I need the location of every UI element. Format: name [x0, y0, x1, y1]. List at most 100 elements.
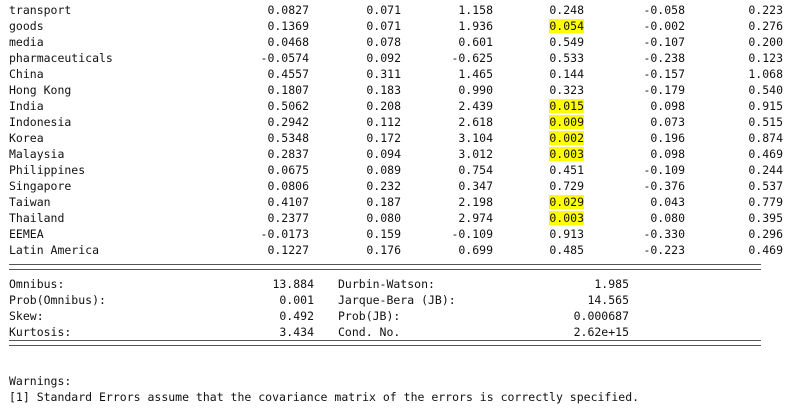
z-value: 2.198	[458, 195, 493, 209]
coef-value: 0.4557	[267, 67, 309, 81]
z-value: -0.109	[451, 227, 493, 241]
z-value: 3.104	[458, 131, 493, 145]
coef-name: pharmaceuticals	[9, 51, 113, 65]
z-value: 0.601	[458, 35, 493, 49]
diag-value: 13.884	[272, 277, 314, 291]
ci-low-value: -0.238	[643, 51, 685, 65]
warning-line: [1] Standard Errors assume that the cova…	[9, 390, 640, 404]
std-err-value: 0.187	[366, 195, 401, 209]
coef-name: Latin America	[9, 243, 100, 257]
coefficient-table-body: transport 0.0827 0.071 1.158 0.248 -0.058 0.22…	[0, 2, 783, 258]
ci-low-value: 0.098	[650, 147, 685, 161]
z-value: -0.625	[451, 51, 493, 65]
coef-name: China	[9, 67, 44, 81]
diag-label: Durbin-Watson:	[338, 277, 435, 291]
diag-value: 3.434	[279, 325, 314, 339]
ci-low-value: 0.098	[650, 99, 685, 113]
diag-value: 2.62e+15	[573, 325, 629, 339]
std-err-value: 0.078	[366, 35, 401, 49]
ci-high-value: 0.779	[748, 195, 783, 209]
coef-name: Taiwan	[9, 195, 51, 209]
table-row: transport 0.0827 0.071 1.158 0.248 -0.058 0.22…	[0, 2, 783, 18]
z-value: 2.439	[458, 99, 493, 113]
regression-output: transport 0.0827 0.071 1.158 0.248 -0.058 0.22…	[0, 0, 801, 413]
ci-low-value: -0.107	[643, 35, 685, 49]
std-err-value: 0.159	[366, 227, 401, 241]
coef-name: Philippines	[9, 163, 86, 177]
p-value-highlight: 0.029	[549, 195, 584, 209]
diag-value: 0.001	[279, 293, 314, 307]
z-value: 0.754	[458, 163, 493, 177]
std-err-value: 0.311	[366, 67, 401, 81]
table-row: goods 0.1369 0.071 1.936 0.054 -0.002 0.276	[0, 18, 783, 34]
coef-value: -0.0574	[260, 51, 309, 65]
coef-name: Malaysia	[9, 147, 65, 161]
ci-high-value: 0.123	[748, 51, 783, 65]
p-value: 0.003	[493, 210, 584, 226]
z-value: 1.936	[458, 19, 493, 33]
z-value: 0.699	[458, 243, 493, 257]
std-err-value: 0.112	[366, 115, 401, 129]
ci-high-value: 0.874	[748, 131, 783, 145]
z-value: 0.990	[458, 83, 493, 97]
std-err-value: 0.232	[366, 179, 401, 193]
diagnostics-table: Omnibus: 13.884 Durbin-Watson: 1.985 Prob(Om…	[0, 276, 629, 340]
coef-name: media	[9, 35, 44, 49]
ci-high-value: 0.223	[748, 3, 783, 17]
p-value: 0.913	[549, 227, 584, 241]
std-err-value: 0.071	[366, 19, 401, 33]
ci-high-value: 0.276	[748, 19, 783, 33]
ci-low-value: -0.109	[643, 163, 685, 177]
diag-label: Jarque-Bera (JB):	[338, 293, 456, 307]
p-value-highlight: 0.009	[549, 115, 584, 129]
coef-name: Thailand	[9, 211, 65, 225]
std-err-value: 0.080	[366, 211, 401, 225]
ci-high-value: 0.469	[748, 243, 783, 257]
p-value: 0.248	[549, 3, 584, 17]
p-value: 0.003	[493, 146, 584, 162]
ci-low-value: -0.223	[643, 243, 685, 257]
ci-low-value: 0.073	[650, 115, 685, 129]
coefficient-table: transport 0.0827 0.071 1.158 0.248 -0.058 0.22…	[0, 2, 783, 258]
p-value-highlight: 0.002	[549, 131, 584, 145]
p-value: 0.549	[549, 35, 584, 49]
diag-label: Prob(JB):	[338, 309, 401, 323]
coef-value: 0.0468	[267, 35, 309, 49]
table-row: media 0.0468 0.078 0.601 0.549 -0.107 0.200	[0, 34, 783, 50]
coef-value: 0.1807	[267, 83, 309, 97]
ci-high-value: 0.515	[748, 115, 783, 129]
p-value-highlight: 0.003	[549, 147, 584, 161]
z-value: 2.618	[458, 115, 493, 129]
table-row: EEMEA -0.0173 0.159 -0.109 0.913 -0.330 0.296	[0, 226, 783, 242]
std-err-value: 0.183	[366, 83, 401, 97]
std-err-value: 0.089	[366, 163, 401, 177]
std-err-value: 0.094	[366, 147, 401, 161]
table-row: Thailand 0.2377 0.080 2.974 0.003 0.080 0.395	[0, 210, 783, 226]
table-row: Philippines 0.0675 0.089 0.754 0.451 -0.109 0.…	[0, 162, 783, 178]
ci-low-value: -0.058	[643, 3, 685, 17]
ci-low-value: 0.043	[650, 195, 685, 209]
table-row: India 0.5062 0.208 2.439 0.015 0.098 0.915	[0, 98, 783, 114]
coef-value: 0.5062	[267, 99, 309, 113]
ci-high-value: 0.244	[748, 163, 783, 177]
diag-label: Skew:	[9, 309, 44, 323]
coef-value: 0.2837	[267, 147, 309, 161]
diagnostics-table-body: Omnibus: 13.884 Durbin-Watson: 1.985 Prob(Om…	[0, 276, 629, 340]
ci-low-value: -0.376	[643, 179, 685, 193]
ci-high-value: 0.469	[748, 147, 783, 161]
p-value: 0.451	[549, 163, 584, 177]
table-row: Latin America 0.1227 0.176 0.699 0.485 -0.223…	[0, 242, 783, 258]
table-row: Singapore 0.0806 0.232 0.347 0.729 -0.376 0.53…	[0, 178, 783, 194]
table-row: Malaysia 0.2837 0.094 3.012 0.003 0.098 0.469	[0, 146, 783, 162]
p-value-highlight: 0.054	[549, 19, 584, 33]
diag-label: Prob(Omnibus):	[9, 293, 106, 307]
p-value: 0.729	[549, 179, 584, 193]
std-err-value: 0.208	[366, 99, 401, 113]
ci-high-value: 0.395	[748, 211, 783, 225]
z-value: 0.347	[458, 179, 493, 193]
coef-value: 0.5348	[267, 131, 309, 145]
coef-value: -0.0173	[260, 227, 309, 241]
p-value: 0.015	[493, 98, 584, 114]
p-value: 0.485	[549, 243, 584, 257]
coef-name: Indonesia	[9, 115, 72, 129]
